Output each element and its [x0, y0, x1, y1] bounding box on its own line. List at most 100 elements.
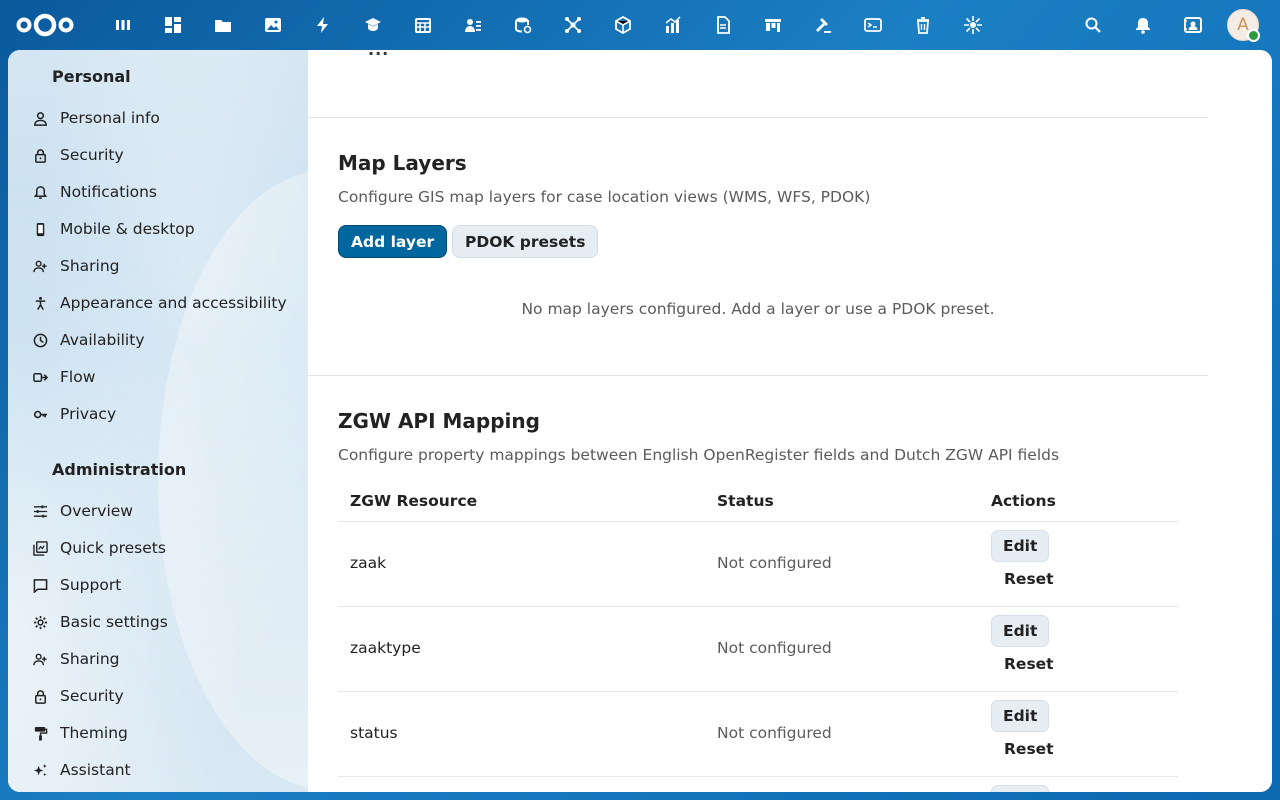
sidebar-item-label: Sharing: [60, 650, 120, 668]
edit-button[interactable]: [991, 785, 1049, 792]
terminal-icon[interactable]: [862, 13, 884, 37]
table-cell-resource: zaak: [350, 554, 387, 572]
add-layer-button[interactable]: Add layer: [338, 225, 448, 258]
app-container: Personal Personal info Security Notifica…: [8, 50, 1272, 792]
kanban-icon[interactable]: [762, 13, 784, 37]
sidebar-item-mobile-desktop[interactable]: Mobile & desktop: [16, 211, 300, 247]
nextcloud-logo[interactable]: [14, 10, 76, 40]
edit-button[interactable]: Edit: [991, 700, 1050, 732]
contacts-menu-icon[interactable]: [1181, 13, 1205, 37]
sidebar-item-security[interactable]: Security: [16, 137, 300, 173]
empty-map-layers-message: No map layers configured. Add a layer or…: [521, 300, 995, 318]
sidebar-item-label: Overview: [60, 502, 133, 520]
sidebar-item-theming[interactable]: Theming: [16, 715, 300, 751]
sidebar-item-support[interactable]: Support: [16, 567, 300, 603]
sidebar-item-admin-security[interactable]: Security: [16, 678, 300, 714]
apps-grid-icon[interactable]: [162, 13, 184, 37]
column-header-resource: ZGW Resource: [350, 492, 478, 510]
activity-icon[interactable]: [312, 13, 334, 37]
table-cell-status: Not configured: [717, 639, 832, 657]
clock-icon: [32, 332, 48, 348]
sidebar-item-label: Security: [60, 146, 124, 164]
document-icon[interactable]: [712, 13, 734, 37]
sidebar-item-label: Personal info: [60, 109, 160, 127]
section-divider: [308, 375, 1208, 376]
sidebar-item-label: Security: [60, 687, 124, 705]
table-cell-resource: status: [350, 724, 398, 742]
pdok-presets-button[interactable]: PDOK presets: [452, 225, 599, 258]
table-divider: [338, 521, 1178, 522]
sidebar-item-personal-info[interactable]: Personal info: [16, 100, 300, 136]
online-status-indicator: [1247, 29, 1260, 42]
map-layers-title: Map Layers: [338, 151, 467, 175]
sidebar-item-availability[interactable]: Availability: [16, 322, 300, 358]
table-cell-status: Not configured: [717, 724, 832, 742]
learning-icon[interactable]: [362, 13, 384, 37]
sidebar-item-basic-settings[interactable]: Basic settings: [16, 604, 300, 640]
table-divider: [338, 691, 1178, 692]
files-icon[interactable]: [212, 13, 234, 37]
bell-icon[interactable]: [1131, 13, 1155, 37]
sidebar-item-label: Privacy: [60, 405, 117, 423]
accessibility-icon: [32, 295, 48, 311]
gavel-icon[interactable]: [812, 13, 834, 37]
user-icon: [32, 110, 48, 126]
sidebar-item-assistant[interactable]: Assistant: [16, 752, 300, 788]
section-divider: [308, 117, 1208, 118]
chart-icon[interactable]: [662, 13, 684, 37]
sidebar-item-label: Basic settings: [60, 613, 168, 631]
settings-burst-icon[interactable]: [962, 13, 984, 37]
key-icon: [32, 406, 48, 422]
sidebar-item-notifications[interactable]: Notifications: [16, 174, 300, 210]
table-cell-resource: zaaktype: [350, 639, 421, 657]
top-header: A: [0, 0, 1280, 50]
sidebar-item-label: Theming: [60, 724, 128, 742]
personal-heading: Personal: [52, 67, 131, 86]
reset-button[interactable]: Reset: [991, 650, 1067, 678]
calendar-icon[interactable]: [412, 13, 434, 37]
search-icon[interactable]: [1081, 13, 1105, 37]
sparkle-icon: [32, 762, 48, 778]
photos-icon[interactable]: [262, 13, 284, 37]
more-icon[interactable]: ···: [368, 50, 389, 63]
gear-icon: [32, 614, 48, 630]
phone-icon: [32, 221, 48, 237]
flow-icon: [32, 369, 48, 385]
zgw-mapping-title: ZGW API Mapping: [338, 409, 540, 433]
trash-icon[interactable]: [912, 13, 934, 37]
sidebar-item-label: Notifications: [60, 183, 158, 201]
chat-icon: [32, 577, 48, 593]
sidebar-item-sharing[interactable]: Sharing: [16, 248, 300, 284]
user-avatar[interactable]: A: [1227, 9, 1260, 42]
reset-button[interactable]: Reset: [991, 735, 1067, 763]
administration-heading: Administration: [52, 460, 187, 479]
settings-sidebar: Personal Personal info Security Notifica…: [8, 50, 308, 792]
edit-button[interactable]: Edit: [991, 530, 1050, 562]
sidebar-item-label: Mobile & desktop: [60, 220, 195, 238]
sidebar-item-label: Availability: [60, 331, 145, 349]
share-icon: [32, 258, 48, 274]
presets-icon: [32, 540, 48, 556]
settings-content: ··· Map Layers Configure GIS map layers …: [308, 50, 1272, 792]
contacts-icon[interactable]: [462, 13, 484, 37]
sidebar-item-label: Support: [60, 576, 122, 594]
edit-button[interactable]: Edit: [991, 615, 1050, 647]
table-divider: [338, 606, 1178, 607]
sidebar-item-appearance[interactable]: Appearance and accessibility: [16, 285, 300, 321]
map-layers-description: Configure GIS map layers for case locati…: [338, 188, 871, 206]
column-header-actions: Actions: [991, 492, 1056, 510]
sidebar-item-label: Appearance and accessibility: [60, 294, 287, 312]
sidebar-item-privacy[interactable]: Privacy: [16, 396, 300, 432]
sidebar-item-admin-sharing[interactable]: Sharing: [16, 641, 300, 677]
dashboard-icon[interactable]: [112, 13, 134, 37]
network-icon[interactable]: [562, 13, 584, 37]
table-cell-status: Not configured: [717, 554, 832, 572]
database-icon[interactable]: [512, 13, 534, 37]
sidebar-item-flow[interactable]: Flow: [16, 359, 300, 395]
sidebar-item-overview[interactable]: Overview: [16, 493, 300, 529]
package-icon[interactable]: [612, 13, 634, 37]
sidebar-item-label: Quick presets: [60, 539, 166, 557]
sidebar-item-quick-presets[interactable]: Quick presets: [16, 530, 300, 566]
table-divider: [338, 776, 1178, 777]
reset-button[interactable]: Reset: [991, 565, 1067, 593]
